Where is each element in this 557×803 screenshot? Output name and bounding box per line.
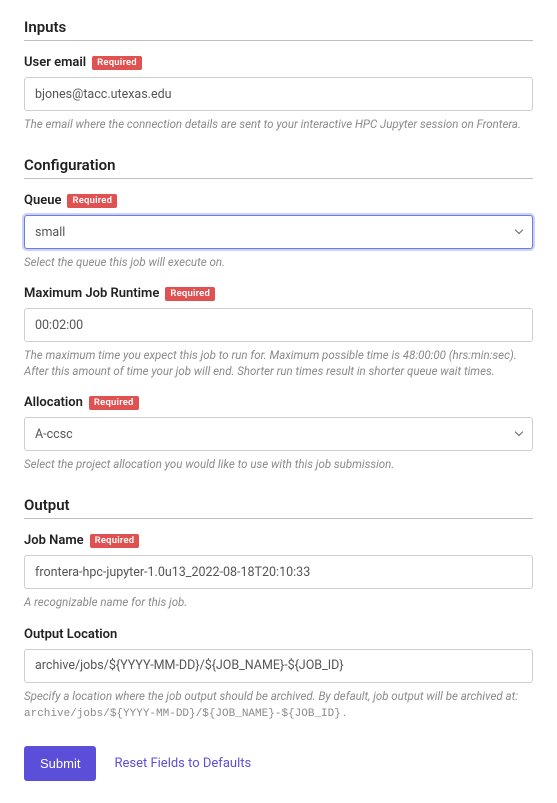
submit-button[interactable]: Submit bbox=[24, 746, 96, 781]
output-location-label: Output Location bbox=[24, 627, 117, 642]
user-email-help: The email where the connection details a… bbox=[24, 116, 533, 132]
allocation-help: Select the project allocation you would … bbox=[24, 456, 533, 472]
output-location-input[interactable] bbox=[24, 649, 533, 683]
required-badge: Required bbox=[92, 56, 142, 70]
allocation-label: Allocation bbox=[24, 395, 83, 410]
max-runtime-help: The maximum time you expect this job to … bbox=[24, 347, 533, 379]
required-badge: Required bbox=[165, 287, 215, 301]
user-email-label: User email bbox=[24, 55, 86, 70]
section-configuration-title: Configuration bbox=[24, 156, 533, 179]
field-queue: Queue Required small Select the queue th… bbox=[24, 193, 533, 270]
max-runtime-input[interactable] bbox=[24, 308, 533, 342]
reset-link[interactable]: Reset Fields to Defaults bbox=[114, 756, 251, 771]
field-max-runtime: Maximum Job Runtime Required The maximum… bbox=[24, 286, 533, 379]
required-badge: Required bbox=[89, 396, 139, 410]
user-email-input[interactable] bbox=[24, 77, 533, 111]
required-badge: Required bbox=[90, 534, 140, 548]
field-user-email: User email Required The email where the … bbox=[24, 55, 533, 132]
max-runtime-label: Maximum Job Runtime bbox=[24, 286, 159, 301]
job-name-help: A recognizable name for this job. bbox=[24, 594, 533, 610]
queue-help: Select the queue this job will execute o… bbox=[24, 254, 533, 270]
form-actions: Submit Reset Fields to Defaults bbox=[24, 746, 533, 781]
queue-select[interactable]: small bbox=[24, 215, 533, 249]
required-badge: Required bbox=[67, 194, 117, 208]
queue-label: Queue bbox=[24, 193, 61, 208]
field-job-name: Job Name Required A recognizable name fo… bbox=[24, 533, 533, 610]
section-output-title: Output bbox=[24, 496, 533, 519]
field-allocation: Allocation Required A-ccsc Select the pr… bbox=[24, 395, 533, 472]
section-inputs-title: Inputs bbox=[24, 18, 533, 41]
allocation-select[interactable]: A-ccsc bbox=[24, 417, 533, 451]
job-name-input[interactable] bbox=[24, 555, 533, 589]
field-output-location: Output Location Specify a location where… bbox=[24, 627, 533, 722]
output-location-help: Specify a location where the job output … bbox=[24, 688, 533, 722]
job-name-label: Job Name bbox=[24, 533, 84, 548]
